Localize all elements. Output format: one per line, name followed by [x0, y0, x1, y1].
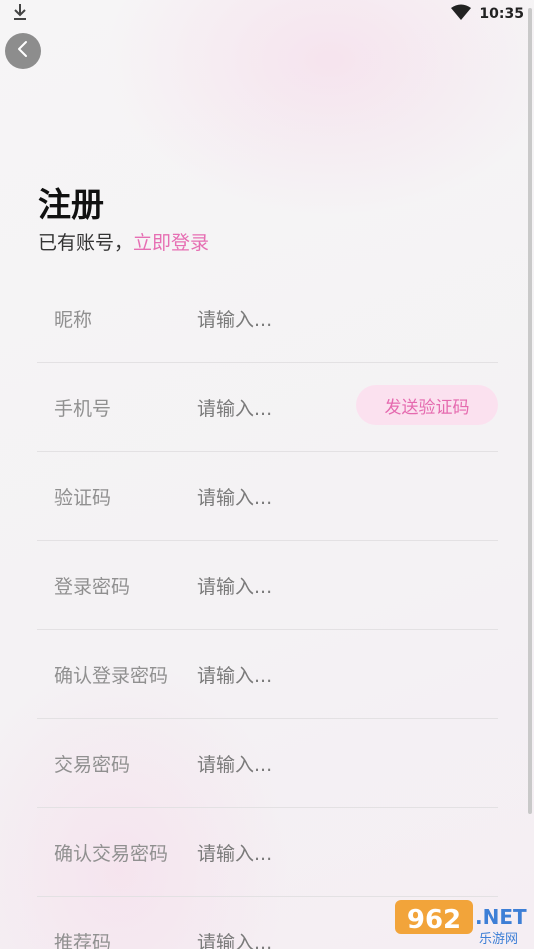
watermark-suffix: .NET: [475, 905, 527, 929]
field-label: 登录密码: [54, 575, 131, 598]
field-label: 确认登录密码: [54, 664, 169, 687]
confirm-trade-password-input[interactable]: 请输入...: [197, 808, 347, 896]
back-button[interactable]: [5, 33, 41, 69]
subtitle: 已有账号， 立即登录: [38, 228, 209, 255]
register-form: 昵称 请输入... 手机号 请输入... 发送验证码 验证码 请输入... 登录…: [37, 274, 498, 949]
status-bar: 10:35: [0, 0, 534, 28]
form-row-trade-password: 交易密码 请输入...: [37, 719, 498, 808]
password-input[interactable]: 请输入...: [197, 541, 347, 629]
confirm-password-input[interactable]: 请输入...: [197, 630, 347, 718]
login-link[interactable]: 立即登录: [133, 228, 209, 255]
form-row-phone: 手机号 请输入... 发送验证码: [37, 363, 498, 452]
form-row-nickname: 昵称 请输入...: [37, 274, 498, 363]
field-label: 验证码: [54, 486, 112, 509]
trade-password-input[interactable]: 请输入...: [197, 719, 347, 807]
watermark-caption: 乐游网: [479, 932, 518, 946]
field-label: 手机号: [54, 397, 112, 420]
field-label: 昵称: [54, 308, 93, 331]
field-label: 推荐码: [54, 931, 112, 949]
subtitle-text: 已有账号，: [38, 232, 134, 254]
phone-input[interactable]: 请输入...: [197, 363, 347, 451]
form-row-password: 登录密码 请输入...: [37, 541, 498, 630]
status-time: 10:35: [479, 6, 524, 22]
download-icon: [12, 3, 28, 25]
chevron-left-icon: [16, 40, 30, 62]
referral-input[interactable]: 请输入...: [197, 897, 347, 949]
watermark-logo: 962 .NET 乐游网: [393, 894, 531, 947]
nickname-input[interactable]: 请输入...: [197, 274, 347, 362]
send-code-button[interactable]: 发送验证码: [356, 385, 498, 425]
form-row-code: 验证码 请输入...: [37, 452, 498, 541]
code-input[interactable]: 请输入...: [197, 452, 347, 540]
field-label: 确认交易密码: [54, 842, 169, 865]
form-row-confirm-trade-password: 确认交易密码 请输入...: [37, 808, 498, 897]
page-title: 注册: [38, 185, 104, 224]
field-label: 交易密码: [54, 753, 131, 776]
scrollbar[interactable]: [528, 8, 532, 814]
form-row-confirm-password: 确认登录密码 请输入...: [37, 630, 498, 719]
wifi-icon: [451, 4, 472, 24]
watermark-brand: 962: [407, 905, 461, 935]
